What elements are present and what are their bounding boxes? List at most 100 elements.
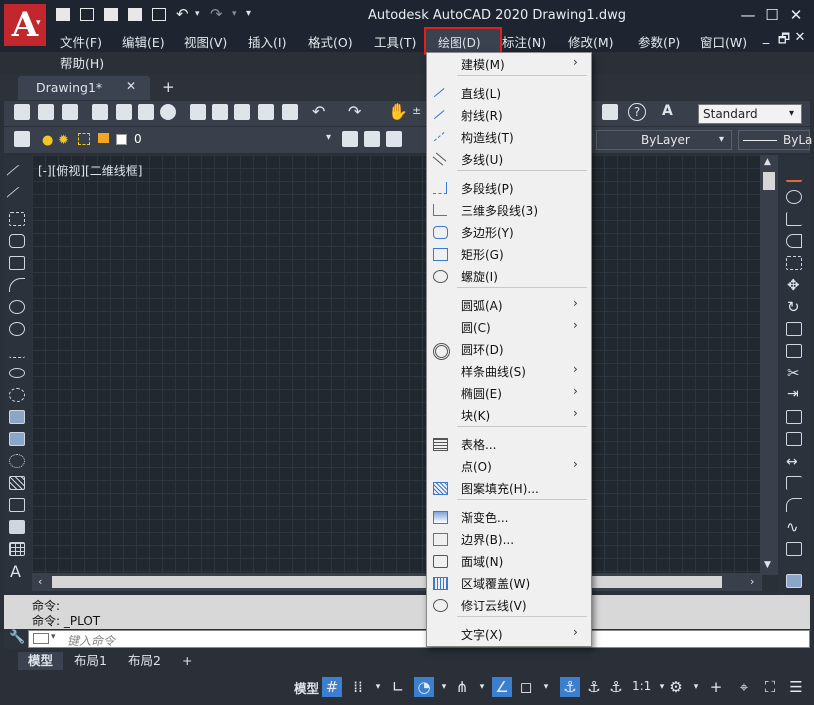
undo-icon[interactable]: ↶ [312,102,325,121]
redo-icon[interactable]: ↷ [210,5,223,23]
plot-preview-icon[interactable] [116,104,132,120]
menu-format[interactable]: 格式(O) [308,32,353,51]
menu-insert[interactable]: 插入(I) [248,32,286,51]
tab-drawing1[interactable]: Drawing1* ✕ [18,76,150,100]
annotation-scale-value[interactable]: 1:1 [632,679,651,693]
new-tab-button[interactable]: + [162,78,175,96]
close-button[interactable]: ✕ [786,6,806,24]
block-editor-icon[interactable] [282,104,298,120]
ellipse-icon[interactable] [9,368,25,378]
make-current-icon[interactable] [342,131,358,147]
scroll-right-icon[interactable]: › [750,575,754,588]
draw-menu-item[interactable]: 图案填充(H)... [427,477,591,499]
tab-close-icon[interactable]: ✕ [126,79,136,93]
menu-window[interactable]: 窗口(W) [700,32,747,51]
explode-icon[interactable] [786,542,802,556]
draw-menu-item[interactable]: 直线(L) [427,82,591,104]
undo-icon[interactable]: ↶ [176,5,189,23]
open-icon[interactable] [80,8,94,21]
point-icon[interactable] [9,454,25,468]
annotation-visibility-icon[interactable]: ⚓ [560,677,580,697]
chevron-down-icon[interactable]: ▾ [434,677,454,697]
make-block-icon[interactable] [9,432,25,446]
copy-object-icon[interactable] [786,190,802,204]
insert-block-icon[interactable] [9,410,25,424]
paste-icon[interactable] [234,104,250,120]
draw-menu-item[interactable]: 圆环(D) [427,338,591,360]
plot-icon[interactable] [92,104,108,120]
draw-menu-item[interactable]: 圆(C) › [427,316,591,338]
annotation-scale-icon[interactable]: ⚓ [606,677,626,697]
viewport-controls-label[interactable]: [-][俯视][二维线框] [38,162,142,179]
stretch-icon[interactable] [786,344,802,358]
customization-menu-icon[interactable]: ☰ [786,677,806,697]
copy-icon[interactable] [212,104,228,120]
minimize-button[interactable]: — [738,6,758,24]
extend-icon[interactable]: ⇥ [787,386,799,402]
draw-menu-item[interactable]: 多边形(Y) [427,221,591,243]
doc-minimize-button[interactable]: _ [756,30,776,45]
ortho-icon[interactable]: ∟ [388,677,408,697]
draw-order-icon[interactable] [786,574,802,588]
hatch-icon[interactable] [9,476,25,490]
draw-menu-item[interactable]: 修订云线(V) [427,594,591,616]
ellipse-arc-icon[interactable] [9,388,25,402]
linetype-select[interactable]: ByLa [738,130,812,150]
menu-view[interactable]: 视图(V) [184,32,227,51]
chevron-down-icon[interactable]: ▾ [368,677,388,697]
erase-icon[interactable] [786,168,802,182]
customize-icon[interactable]: 🔧 [9,630,25,645]
draw-menu-item[interactable]: 边界(B)... [427,528,591,550]
redo-dropdown-icon[interactable]: ▾ [232,9,237,19]
menu-edit[interactable]: 编辑(E) [122,32,165,51]
tab-model[interactable]: 模型 [18,652,64,670]
chevron-down-icon[interactable]: ▾ [686,677,706,697]
text-style-select[interactable]: Standard ▾ [698,104,802,124]
command-input-bar[interactable]: ▾ 键入命令 [28,630,810,648]
add-layout-button[interactable]: + [172,652,202,670]
tab-layout1[interactable]: 布局1 [64,652,117,670]
draw-menu-item[interactable]: 渐变色... [427,506,591,528]
break-icon[interactable] [786,432,802,446]
cut-icon[interactable] [190,104,206,120]
menu-file[interactable]: 文件(F) [60,32,102,51]
command-input[interactable]: 键入命令 [67,632,115,649]
table-icon[interactable] [9,542,25,556]
menu-draw[interactable]: 绘图(D) [424,27,502,55]
drawing-canvas[interactable] [32,155,778,573]
polyline-icon[interactable] [9,212,25,226]
chevron-down-icon[interactable]: ▾ [536,677,556,697]
region-icon[interactable] [9,520,25,534]
scroll-up-icon[interactable]: ▲ [764,157,771,167]
scale-icon[interactable] [786,322,802,336]
draw-menu-item[interactable]: 区域覆盖(W) [427,572,591,594]
layer-state-icon[interactable] [386,131,402,147]
draw-menu-item[interactable]: 多段线(P) [427,177,591,199]
open-icon[interactable] [38,104,54,120]
draw-menu-item[interactable]: 构造线(T) [427,126,591,148]
save-icon[interactable] [62,104,78,120]
circle-icon[interactable] [9,300,25,314]
draw-menu-item[interactable]: 矩形(G) [427,243,591,265]
chevron-down-icon[interactable]: ▾ [472,677,492,697]
draw-menu-item[interactable]: 三维多段线(3) [427,199,591,221]
menu-parameters[interactable]: 参数(P) [638,32,680,51]
revcloud-icon[interactable] [9,322,25,336]
break-at-point-icon[interactable] [786,410,802,424]
object-snap-icon[interactable]: ◻ [516,677,536,697]
move-icon[interactable]: ✥ [787,276,800,294]
draw-menu-item[interactable]: 表格... [427,433,591,455]
trim-icon[interactable]: ✂ [787,364,800,382]
polygon-icon[interactable] [9,234,25,248]
customize-qa-icon[interactable]: ▾ [246,8,251,19]
isodraft-icon[interactable]: ⋔ [452,677,472,697]
draw-menu-item[interactable]: 圆弧(A) › [427,294,591,316]
match-properties-icon[interactable] [258,104,274,120]
workspace-gear-icon[interactable]: ⚙ [666,677,686,697]
color-select[interactable]: ByLayer ▾ [596,130,732,150]
chamfer-icon[interactable] [786,476,802,490]
draw-menu-item[interactable]: 点(O) › [427,455,591,477]
gradient-icon[interactable] [9,498,25,512]
annotation-monitor-icon[interactable]: + [706,677,726,697]
scroll-down-icon[interactable]: ▼ [764,560,771,570]
